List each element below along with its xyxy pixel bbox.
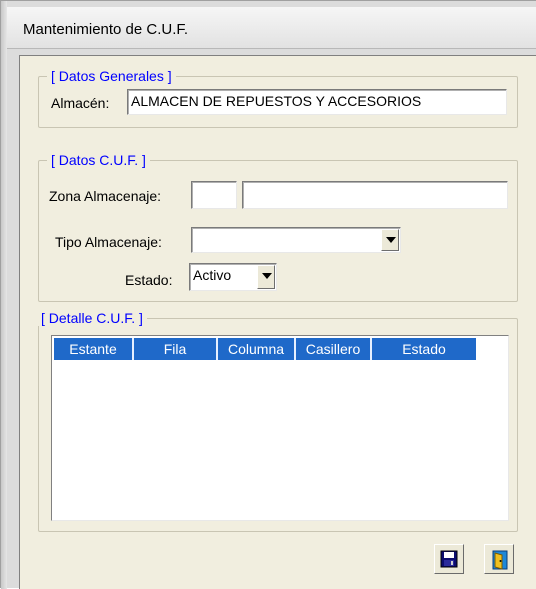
chevron-down-icon[interactable] bbox=[381, 229, 399, 251]
datos-generales-group: [ Datos Generales ] Almacén: ALMACEN DE … bbox=[38, 68, 518, 128]
detalle-cuf-group: [ Detalle C.U.F. ] Estante Fila Columna … bbox=[37, 310, 518, 532]
column-header-columna[interactable]: Columna bbox=[218, 338, 296, 360]
column-header-estado[interactable]: Estado bbox=[372, 338, 476, 360]
chevron-down-icon[interactable] bbox=[257, 265, 275, 289]
column-header-casillero[interactable]: Casillero bbox=[296, 338, 372, 360]
datos-cuf-group: [ Datos C.U.F. ] Zona Almacenaje: Tipo A… bbox=[38, 152, 518, 302]
estado-value: Activo bbox=[193, 267, 232, 283]
detalle-cuf-table[interactable]: Estante Fila Columna Casillero Estado bbox=[51, 335, 509, 521]
estado-label: Estado: bbox=[125, 272, 173, 288]
window-left-border bbox=[1, 1, 7, 589]
window-title: Mantenimiento de C.U.F. bbox=[23, 21, 189, 38]
exit-button[interactable] bbox=[484, 544, 514, 574]
column-header-estante[interactable]: Estante bbox=[54, 338, 134, 360]
zona-description-field[interactable] bbox=[242, 181, 508, 209]
detalle-cuf-legend: [ Detalle C.U.F. ] bbox=[37, 310, 147, 326]
save-button[interactable] bbox=[434, 544, 464, 574]
estado-select[interactable]: Activo bbox=[189, 263, 277, 291]
tipo-almacenaje-label: Tipo Almacenaje: bbox=[55, 234, 162, 250]
almacen-value: ALMACEN DE REPUESTOS Y ACCESORIOS bbox=[131, 93, 422, 109]
tipo-almacenaje-select[interactable] bbox=[191, 227, 401, 253]
table-header: Estante Fila Columna Casillero Estado bbox=[54, 338, 476, 360]
almacen-field[interactable]: ALMACEN DE REPUESTOS Y ACCESORIOS bbox=[127, 89, 507, 115]
save-icon bbox=[440, 550, 458, 568]
column-header-fila[interactable]: Fila bbox=[134, 338, 218, 360]
zona-almacenaje-label: Zona Almacenaje: bbox=[49, 188, 162, 204]
almacen-label: Almacén: bbox=[51, 95, 110, 111]
datos-cuf-legend: [ Datos C.U.F. ] bbox=[47, 152, 150, 168]
datos-generales-legend: [ Datos Generales ] bbox=[47, 68, 176, 84]
zona-code-field[interactable] bbox=[191, 181, 237, 209]
form-body: [ Datos Generales ] Almacén: ALMACEN DE … bbox=[19, 55, 536, 589]
title-bar[interactable]: Mantenimiento de C.U.F. bbox=[7, 7, 536, 49]
exit-door-icon bbox=[492, 550, 508, 570]
window: Mantenimiento de C.U.F. [ Datos Generale… bbox=[0, 0, 536, 589]
